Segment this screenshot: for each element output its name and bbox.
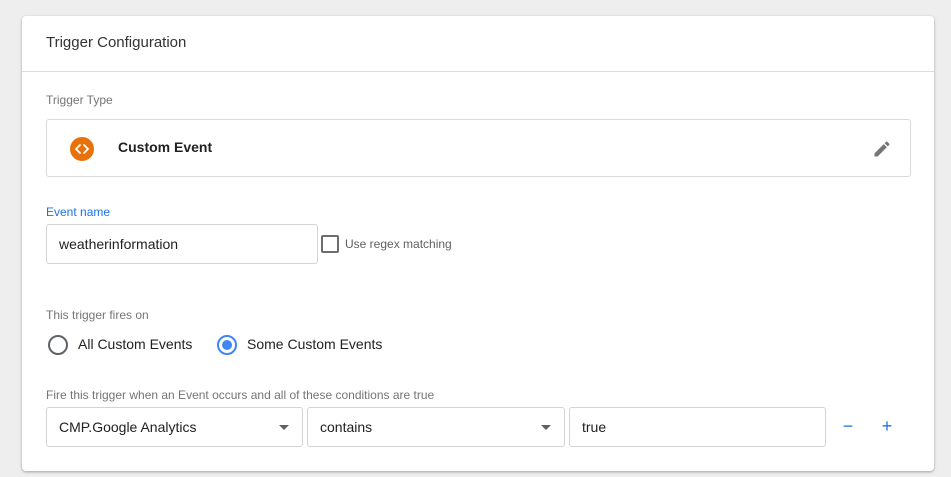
regex-checkbox[interactable] <box>321 235 339 253</box>
event-name-input[interactable] <box>46 224 318 264</box>
event-name-label: Event name <box>46 205 111 219</box>
condition-value-input[interactable] <box>569 407 826 447</box>
dropdown-arrow-icon <box>541 425 551 430</box>
trigger-configuration-card: Trigger Configuration Trigger Type Custo… <box>22 16 934 471</box>
condition-label: Fire this trigger when an Event occurs a… <box>46 388 435 402</box>
dropdown-arrow-icon <box>279 425 289 430</box>
add-condition-button[interactable]: + <box>876 416 898 438</box>
condition-operator-select[interactable]: contains <box>307 407 565 447</box>
condition-variable-value: CMP.Google Analytics <box>59 419 197 435</box>
radio-selected-dot <box>222 340 232 350</box>
radio-label-all-custom-events: All Custom Events <box>78 336 193 352</box>
trigger-type-label: Trigger Type <box>46 93 113 107</box>
radio-some-custom-events[interactable] <box>217 335 237 355</box>
trigger-type-selector[interactable]: Custom Event <box>46 119 911 177</box>
radio-label-some-custom-events: Some Custom Events <box>247 336 383 352</box>
card-title: Trigger Configuration <box>46 34 187 51</box>
code-brackets-icon <box>70 137 94 161</box>
condition-variable-select[interactable]: CMP.Google Analytics <box>46 407 303 447</box>
radio-all-custom-events[interactable] <box>48 335 68 355</box>
remove-condition-button[interactable]: − <box>837 416 859 438</box>
condition-operator-value: contains <box>320 419 373 435</box>
pencil-edit-icon[interactable] <box>872 139 892 159</box>
fires-on-label: This trigger fires on <box>46 308 149 322</box>
regex-checkbox-label: Use regex matching <box>345 237 452 251</box>
card-header: Trigger Configuration <box>22 16 934 72</box>
trigger-type-name: Custom Event <box>118 139 213 155</box>
